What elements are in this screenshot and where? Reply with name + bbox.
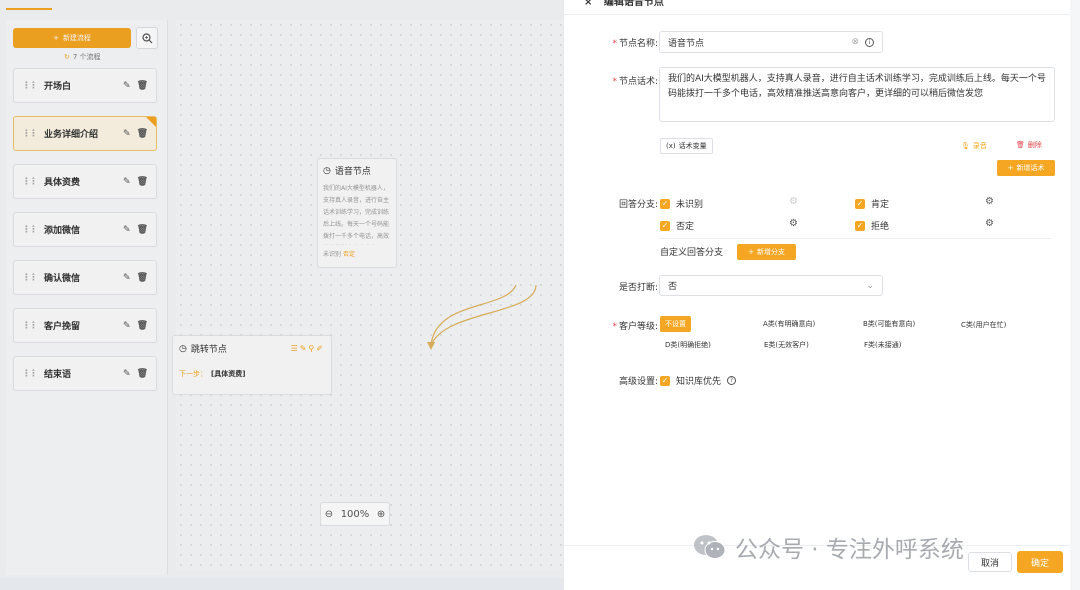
grade-option-b[interactable]: B类(可能有意向) [863, 319, 915, 329]
node-name-value: 语音节点 [668, 38, 705, 49]
watermark: 公众号 · 专注外呼系统 [693, 530, 964, 564]
grade-option-e[interactable]: E类(无效客户) [764, 340, 809, 350]
grade-option-c[interactable]: C类(用户在忙) [961, 320, 1006, 330]
add-branch-button[interactable]: + 新增分支 [737, 244, 796, 260]
edit-node-drawer: × 编辑语音节点 * 节点名称: 语音节点 ⊗ i * 节点话术: 我们的AI大模型… [563, 0, 1080, 590]
branch-option-label: 拒绝 [871, 222, 890, 232]
add-script-label: 新增话术 [1016, 164, 1045, 172]
node-script-label: * 节点话术: [612, 77, 658, 87]
drawer-title: × 编辑语音节点 [584, 0, 664, 8]
grade-option-d[interactable]: D类(明确拒绝) [665, 340, 711, 350]
node-name-label: * 节点名称: [612, 39, 658, 49]
node-name-input[interactable]: 语音节点 ⊗ i [659, 31, 883, 53]
interrupt-value: 否 [668, 282, 678, 292]
record-button[interactable]: 🎙 录音 [961, 141, 987, 151]
page-scrollbar[interactable] [1070, 0, 1080, 590]
checkbox-checked-icon: ✓ [660, 198, 670, 209]
branch-option-label: 未识别 [676, 200, 704, 210]
branch-label: 回答分支: [618, 200, 658, 210]
advanced-settings-label: 高级设置: [618, 377, 658, 387]
script-variable-label: 话术变量 [678, 142, 707, 150]
checkbox-checked-icon: ✓ [660, 375, 670, 386]
settings-icon[interactable]: ⚙ [789, 196, 798, 207]
node-script-textarea[interactable]: 我们的AI大模型机器人，支持真人录音，进行自主话术训练学习，完成训练后上线。每天… [659, 67, 1055, 122]
help-icon[interactable]: ? [727, 376, 737, 385]
info-icon: i [865, 37, 874, 47]
drawer-header-divider [564, 14, 1080, 15]
plus-icon: + [748, 248, 754, 256]
confirm-button[interactable]: 确定 [1017, 551, 1063, 573]
script-variable-button[interactable]: (x) 话术变量 [660, 138, 713, 154]
cancel-button[interactable]: 取消 [968, 552, 1012, 572]
delete-script-button[interactable]: 🗑 删除 [1016, 140, 1042, 150]
kb-priority-checkbox[interactable]: ✓ 知识库优先 ? [660, 374, 737, 387]
grade-option-a[interactable]: A类(有明确意向) [763, 319, 815, 329]
chevron-down-icon: ⌄ [866, 280, 874, 291]
flow-editor-background: + 新建流程 ↻ 7 个流程 ⋮⋮ 开场白 ✎ 🗑 ⋮⋮ 业务详细介绍 ✎ 🗑 ⋮⋮… [0, 0, 563, 590]
close-icon[interactable]: × [584, 0, 592, 8]
checkbox-checked-icon: ✓ [660, 220, 670, 231]
add-branch-label: 新增分支 [756, 248, 785, 256]
branch-option-label: 肯定 [871, 200, 890, 210]
interrupt-select[interactable]: 否 ⌄ [659, 275, 883, 296]
grade-option-unset[interactable]: 不设置 [660, 316, 691, 332]
plus-icon: + [1007, 164, 1014, 172]
custom-branch-label: 自定义回答分支 [660, 248, 724, 258]
customer-grade-label: * 客户等级: [612, 322, 658, 332]
settings-icon[interactable]: ⚙ [789, 218, 798, 229]
trash-icon: 🗑 [1016, 141, 1025, 149]
branch-divider [658, 238, 1051, 239]
checkbox-checked-icon: ✓ [855, 220, 865, 231]
clear-icon[interactable]: ⊗ [851, 37, 859, 47]
checkbox-checked-icon: ✓ [855, 198, 865, 209]
branch-option-label: 否定 [676, 222, 695, 232]
watermark-text: 公众号 · 专注外呼系统 [735, 537, 964, 563]
microphone-icon: 🎙 [961, 142, 970, 150]
variable-icon: (x) [666, 142, 676, 150]
record-label: 录音 [972, 142, 987, 150]
drawer-title-text: 编辑语音节点 [603, 0, 664, 8]
settings-icon[interactable]: ⚙ [985, 196, 994, 207]
delete-label: 删除 [1027, 141, 1042, 149]
grade-option-f[interactable]: F类(未接通) [864, 340, 902, 350]
branch-checkbox-unrecognized[interactable]: ✓ 未识别 [660, 197, 703, 210]
bottom-strip [0, 578, 563, 590]
interrupt-label: 是否打断: [618, 283, 658, 293]
settings-icon[interactable]: ⚙ [985, 218, 994, 229]
add-script-button[interactable]: + 新增话术 [997, 160, 1055, 176]
wechat-logo-icon [694, 535, 726, 559]
branch-checkbox-negative[interactable]: ✓ 否定 [660, 219, 694, 232]
branch-checkbox-reject[interactable]: ✓ 拒绝 [855, 219, 889, 232]
modal-overlay[interactable] [0, 0, 563, 590]
branch-checkbox-positive[interactable]: ✓ 肯定 [855, 197, 889, 210]
kb-priority-label: 知识库优先 [676, 377, 722, 387]
